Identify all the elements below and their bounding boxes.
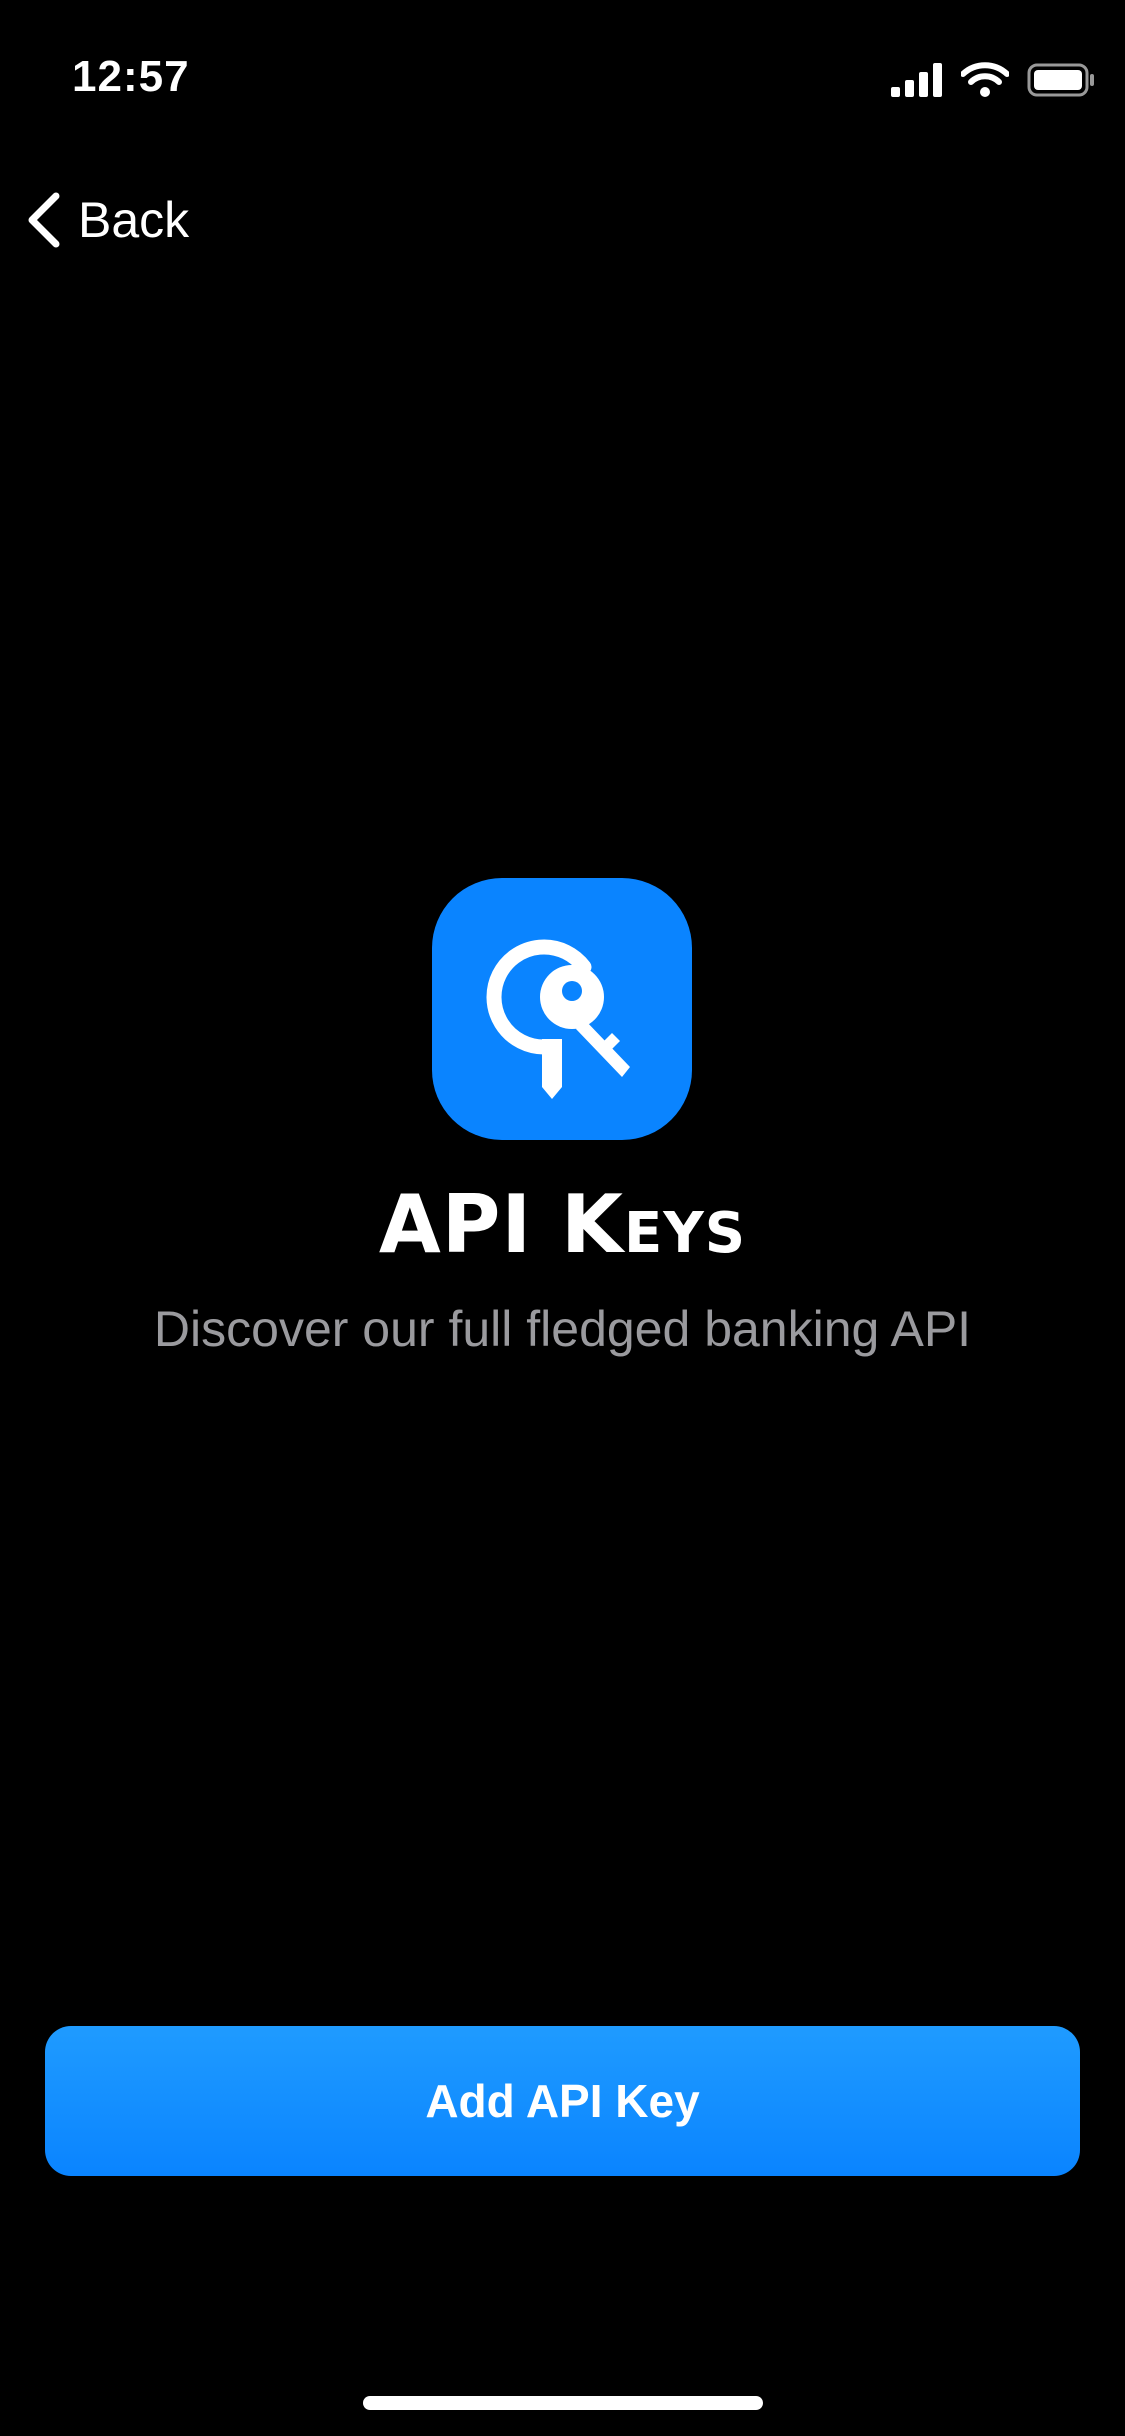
home-indicator — [363, 2396, 763, 2410]
api-keys-app-icon — [432, 878, 692, 1140]
page-subtitle: Discover our full fledged banking API — [153, 1301, 972, 1357]
status-icons — [891, 62, 1095, 98]
status-time: 12:57 — [72, 52, 190, 101]
add-api-key-label: Add API Key — [425, 2075, 700, 2127]
page-title: API Keys — [378, 1178, 747, 1271]
add-api-key-button[interactable]: Add API Key — [45, 2026, 1080, 2176]
back-label: Back — [78, 192, 190, 248]
signal-icon — [891, 63, 942, 97]
chevron-left-icon — [28, 192, 60, 248]
battery-icon — [1027, 63, 1094, 97]
keys-icon — [486, 939, 630, 1099]
wifi-icon — [961, 62, 1009, 97]
back-button[interactable]: Back — [24, 180, 189, 260]
status-bar: 12:57 — [0, 0, 1125, 150]
